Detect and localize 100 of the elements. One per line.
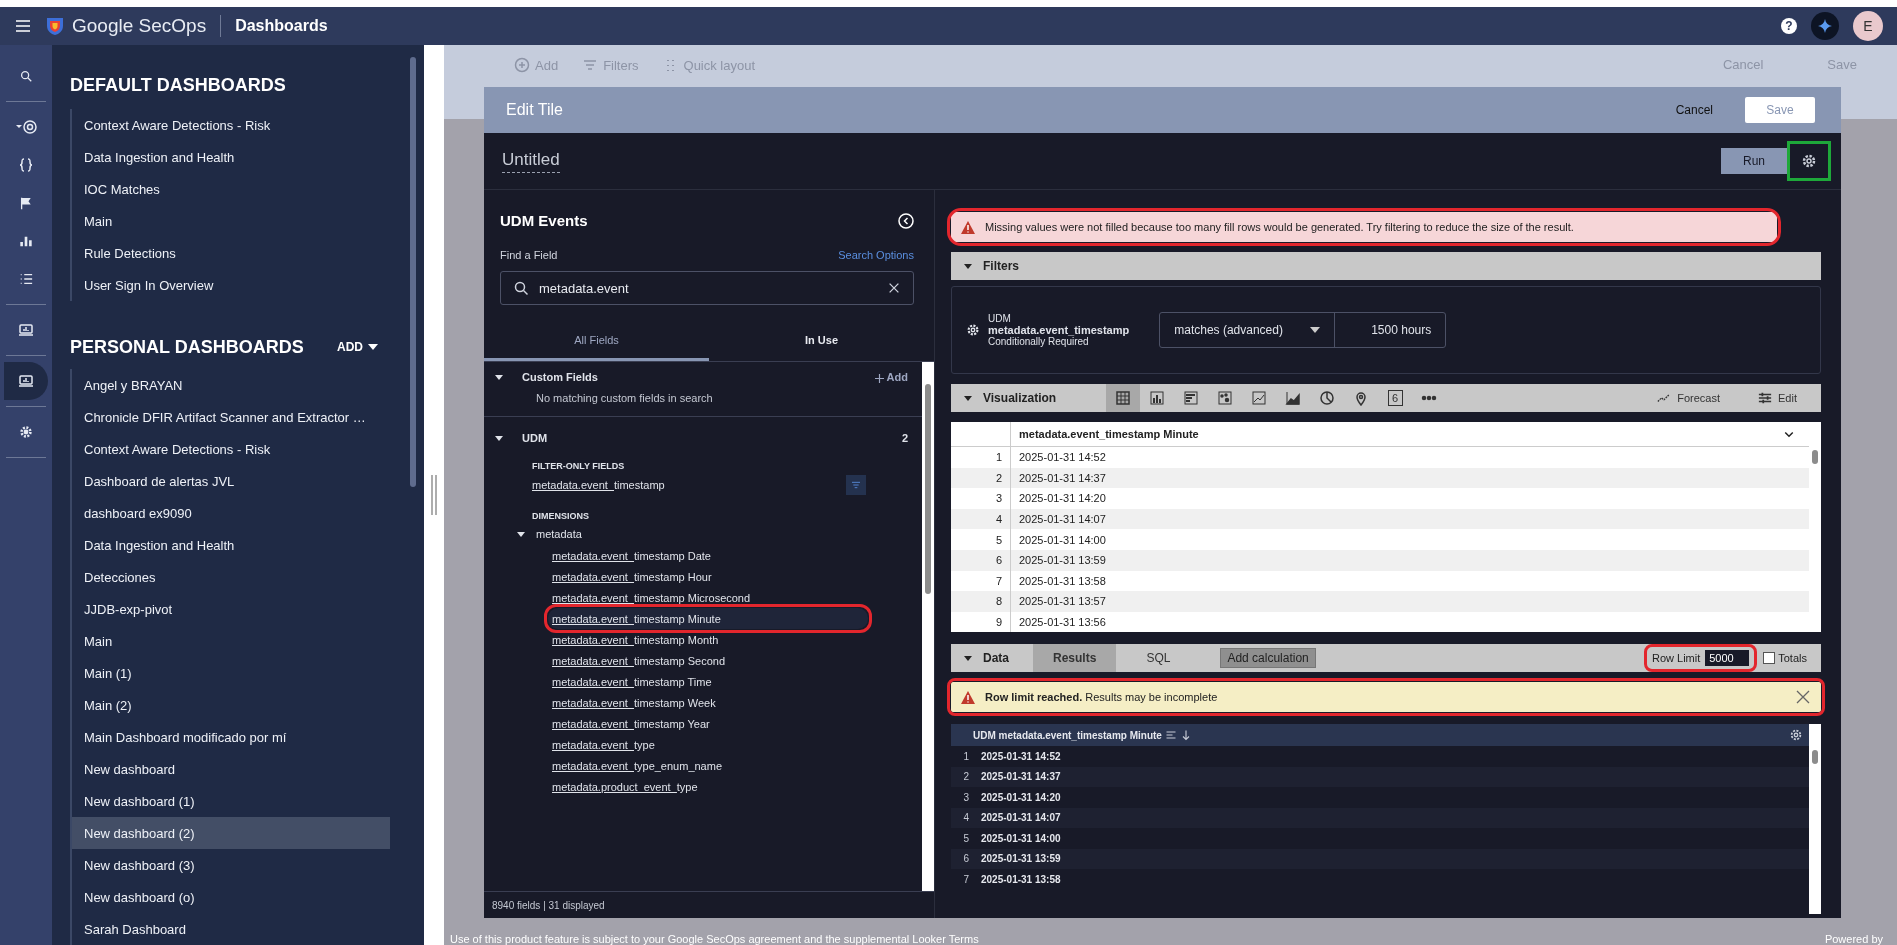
braces-icon[interactable]: [18, 157, 34, 173]
dashboard-item[interactable]: New dashboard (3): [72, 849, 390, 881]
dashboard-item[interactable]: Rule Detections: [72, 237, 390, 269]
filter-button[interactable]: [846, 475, 866, 495]
sliders-icon: [1758, 391, 1773, 405]
totals-checkbox[interactable]: [1763, 652, 1776, 664]
back-circle-icon[interactable]: [898, 212, 914, 229]
dashboard-item[interactable]: User Sign In Overview: [72, 269, 390, 301]
row-number: 5: [962, 832, 970, 844]
table-cell-text: 2025-01-31 14:37: [980, 771, 1061, 783]
search-field[interactable]: metadata.event: [500, 271, 914, 305]
flag-icon[interactable]: [19, 196, 33, 210]
chart-type-button[interactable]: 6: [1378, 384, 1413, 412]
menu-icon[interactable]: [14, 17, 32, 35]
add-button[interactable]: ADD: [331, 339, 384, 355]
field-item[interactable]: metadata.event_timestamp Microsecond: [548, 587, 868, 608]
powered-by-text: Powered by: [1824, 933, 1883, 945]
dashboard-item[interactable]: New dashboard (o): [72, 881, 390, 913]
tab[interactable]: All Fields: [484, 321, 709, 361]
radar-icon[interactable]: [15, 119, 37, 135]
list-icon[interactable]: [19, 272, 33, 286]
dashboard-item[interactable]: Main (2): [72, 689, 390, 721]
caret-icon[interactable]: [516, 529, 526, 539]
dashboard-item[interactable]: Angel y BRAYAN: [72, 369, 390, 401]
cancel-button[interactable]: Cancel: [1669, 102, 1719, 118]
rail-item[interactable]: [4, 362, 48, 400]
dashboard-item[interactable]: Chronicle DFIR Artifact Scanner and Extractor …: [72, 401, 390, 433]
scrollbar-thumb[interactable]: [1812, 750, 1818, 764]
plus-circle-icon: [514, 57, 530, 73]
chart-type-button[interactable]: [1106, 384, 1141, 412]
tab[interactable]: In Use: [709, 321, 934, 361]
tab[interactable]: Results: [1033, 644, 1117, 672]
search-options-link[interactable]: Search Options: [838, 249, 914, 261]
field-item[interactable]: metadata.event_timestamp Date: [548, 545, 868, 566]
dashboard-item[interactable]: Detecciones: [72, 561, 390, 593]
field-item[interactable]: metadata.event_timestamp Year: [548, 713, 868, 734]
column-header[interactable]: UDM metadata.event_timestamp Minute: [973, 729, 1162, 741]
dashboard-item[interactable]: Sarah Dashboard: [72, 913, 390, 945]
field-item[interactable]: metadata.event_type_enum_name: [548, 755, 868, 776]
dashboard-item[interactable]: Data Ingestion and Health: [72, 141, 390, 173]
column-header[interactable]: metadata.event_timestamp Minute: [1011, 428, 1783, 440]
forecast-button[interactable]: Forecast: [1643, 391, 1735, 405]
monitor-icon[interactable]: [18, 322, 34, 338]
monitor-icon[interactable]: [18, 373, 34, 389]
dashboard-item[interactable]: dashboard ex9090: [72, 497, 390, 529]
close-button[interactable]: [1795, 689, 1811, 705]
field-item[interactable]: metadata.event_timestamp: [532, 479, 665, 491]
add-link[interactable]: Add: [874, 371, 908, 383]
scrollbar-thumb[interactable]: [410, 57, 416, 487]
add-calculation-button[interactable]: Add calculation: [1220, 648, 1316, 668]
run-button[interactable]: Run: [1721, 148, 1787, 174]
scrollbar-thumb[interactable]: [925, 384, 931, 594]
pie-chart-icon: [1319, 390, 1336, 406]
tile-name-field[interactable]: Untitled: [502, 149, 560, 173]
caret-icon[interactable]: [963, 653, 973, 663]
pivot-icon: [1164, 729, 1177, 741]
scrollbar-thumb[interactable]: [1812, 450, 1818, 464]
dashboard-item[interactable]: New dashboard (2): [72, 817, 390, 849]
section-label: UDM: [522, 432, 549, 444]
settings-icon[interactable]: [966, 323, 980, 337]
settings-icon[interactable]: [1789, 728, 1803, 742]
bar-chart-icon[interactable]: [19, 234, 33, 248]
dashboard-item[interactable]: Main: [72, 625, 390, 657]
field-item[interactable]: metadata.event_timestamp Second: [548, 650, 868, 671]
dashboard-item[interactable]: Dashboard de alertas JVL: [72, 465, 390, 497]
row-number: 3: [995, 492, 1002, 505]
dashboard-item[interactable]: JJDB-exp-pivot: [72, 593, 390, 625]
field-item[interactable]: metadata.event_type: [548, 734, 868, 755]
row-limit-field[interactable]: 5000: [1705, 650, 1750, 666]
settings-icon[interactable]: [19, 425, 33, 439]
caret-icon[interactable]: [963, 261, 973, 271]
caret-icon[interactable]: [494, 372, 504, 382]
dashboard-item[interactable]: IOC Matches: [72, 173, 390, 205]
field-item[interactable]: metadata.event_timestamp Time: [548, 671, 868, 692]
dashboard-item[interactable]: Main Dashboard modificado por mí: [72, 721, 390, 753]
empty-message: No matching custom fields in search: [536, 392, 713, 404]
caret-icon[interactable]: [963, 393, 973, 403]
tab[interactable]: SQL: [1126, 644, 1191, 672]
field-item[interactable]: metadata.event_timestamp Hour: [548, 566, 868, 587]
table-cell-text: 2025-01-31 13:57: [1018, 595, 1106, 608]
dashboard-item[interactable]: Context Aware Detections - Risk: [72, 109, 390, 141]
filter-icon: [582, 57, 599, 73]
field-item[interactable]: metadata.product_event_type: [548, 776, 868, 797]
search-icon[interactable]: [19, 69, 33, 83]
dashboard-item[interactable]: Main (1): [72, 657, 390, 689]
user-avatar[interactable]: E: [1853, 11, 1883, 41]
sparkle-button[interactable]: [1811, 12, 1839, 40]
dashboard-item[interactable]: Data Ingestion and Health: [72, 529, 390, 561]
dashboard-item[interactable]: Main: [72, 205, 390, 237]
field-item[interactable]: metadata.event_timestamp Week: [548, 692, 868, 713]
caret-icon[interactable]: [494, 433, 504, 443]
resize-handle-icon[interactable]: [431, 475, 437, 515]
dashboard-item[interactable]: New dashboard: [72, 753, 390, 785]
help-button[interactable]: ?: [1781, 18, 1797, 34]
dashboard-item[interactable]: New dashboard (1): [72, 785, 390, 817]
clear-icon[interactable]: [887, 281, 901, 295]
field-item[interactable]: metadata.event_timestamp Month: [548, 629, 868, 650]
dashboard-item[interactable]: Context Aware Detections - Risk: [72, 433, 390, 465]
row-number: 5: [995, 533, 1002, 546]
edit-button[interactable]: Edit: [1744, 391, 1811, 405]
